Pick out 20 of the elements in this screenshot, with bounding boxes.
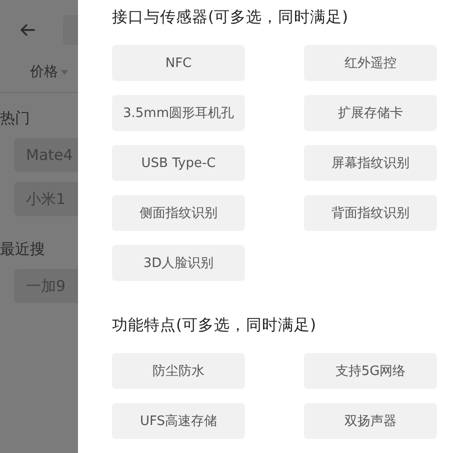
caret-icon (61, 70, 68, 74)
filter-option[interactable]: 3D人脸识别 (112, 245, 245, 281)
section-title: 功能特点(可多选，同时满足) (112, 315, 318, 336)
filter-option[interactable]: 扩展存储卡 (304, 95, 437, 131)
back-arrow-icon[interactable] (20, 21, 36, 39)
filter-option[interactable]: 侧面指纹识别 (112, 195, 245, 231)
filter-option[interactable]: UFS高速存储 (112, 403, 245, 439)
section-title: 接口与传感器(可多选，同时满足) (112, 7, 350, 28)
filter-option[interactable]: 双扬声器 (304, 403, 437, 439)
filter-option[interactable]: NFC (112, 45, 245, 81)
section-title: 最近搜 (0, 240, 46, 259)
filter-option[interactable]: 红外遥控 (304, 45, 437, 81)
filter-option[interactable]: 3.5mm圆形耳机孔 (112, 95, 245, 131)
filter-option[interactable]: 防尘防水 (112, 353, 245, 389)
filter-option[interactable]: 屏幕指纹识别 (304, 145, 437, 181)
section-title: 热门 (0, 109, 31, 128)
filter-option[interactable]: 支持5G网络 (304, 353, 437, 389)
search-field[interactable] (62, 15, 78, 45)
filter-option[interactable]: 背面指纹识别 (304, 195, 437, 231)
filter-option[interactable]: USB Type-C (112, 145, 245, 181)
